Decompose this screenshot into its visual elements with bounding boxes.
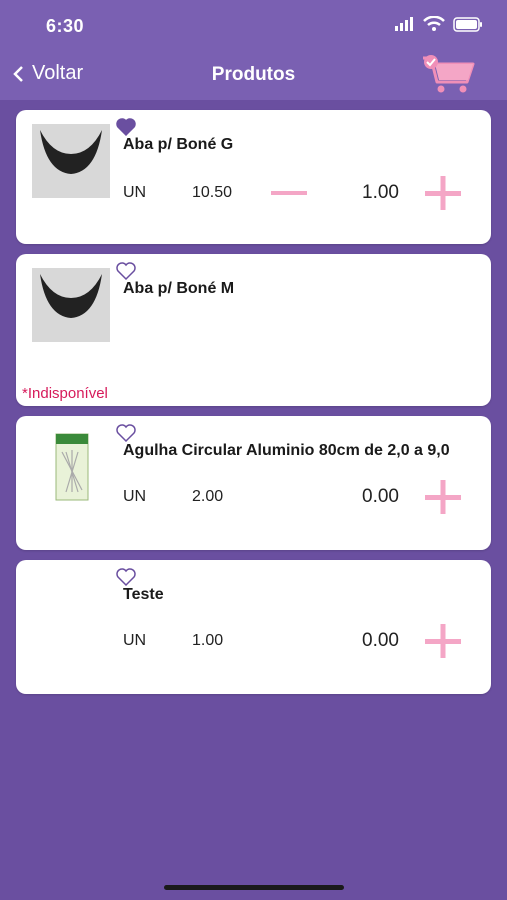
product-card[interactable]: Aba p/ Boné G UN 10.50 1.00 xyxy=(16,110,491,244)
product-quantity: 0.00 xyxy=(362,486,399,507)
product-unit: UN xyxy=(123,632,147,649)
plus-icon[interactable] xyxy=(423,176,463,210)
product-card[interactable]: Agulha Circular Aluminio 80cm de 2,0 a 9… xyxy=(16,416,491,550)
product-price: 2.00 xyxy=(192,488,224,505)
cart-icon xyxy=(423,55,475,93)
product-name: Teste xyxy=(123,586,164,603)
home-indicator[interactable] xyxy=(164,885,344,890)
product-quantity: 1.00 xyxy=(362,182,399,203)
product-name: Aba p/ Boné M xyxy=(123,280,235,297)
heart-icon[interactable] xyxy=(116,118,136,136)
product-price: 1.00 xyxy=(192,632,224,649)
product-card[interactable]: Teste UN 1.00 0.00 xyxy=(16,560,491,694)
heart-icon[interactable] xyxy=(116,568,136,586)
product-price: 10.50 xyxy=(192,184,233,201)
battery-icon xyxy=(453,16,482,32)
cart-button[interactable] xyxy=(421,52,479,96)
product-image xyxy=(32,430,110,504)
product-row: UN 2.00 0.00 xyxy=(123,480,477,514)
minus-icon[interactable] xyxy=(269,178,309,208)
product-card[interactable]: Aba p/ Boné M *Indisponível xyxy=(16,254,491,406)
product-unit: UN xyxy=(123,184,147,201)
unavailable-label: *Indisponível xyxy=(22,385,108,402)
nav-bar: Voltar Produtos xyxy=(0,50,507,100)
wifi-icon xyxy=(423,16,445,31)
plus-icon[interactable] xyxy=(423,480,463,514)
heart-icon[interactable] xyxy=(116,262,136,280)
product-row: UN 10.50 1.00 xyxy=(123,176,477,210)
product-name: Aba p/ Boné G xyxy=(123,136,234,153)
product-image xyxy=(32,268,110,342)
product-quantity: 0.00 xyxy=(362,630,399,651)
product-row: UN 1.00 0.00 xyxy=(123,624,477,658)
plus-icon[interactable] xyxy=(423,624,463,658)
product-list: Aba p/ Boné G UN 10.50 1.00 Aba p/ Boné … xyxy=(16,110,491,704)
product-image xyxy=(32,124,110,198)
status-icons xyxy=(395,16,483,32)
product-name: Agulha Circular Aluminio 80cm de 2,0 a 9… xyxy=(123,442,450,459)
status-time: 6:30 xyxy=(46,16,85,36)
heart-icon[interactable] xyxy=(116,424,136,442)
product-unit: UN xyxy=(123,488,147,505)
status-bar: 6:30 xyxy=(0,0,507,50)
signal-icon xyxy=(395,17,413,31)
